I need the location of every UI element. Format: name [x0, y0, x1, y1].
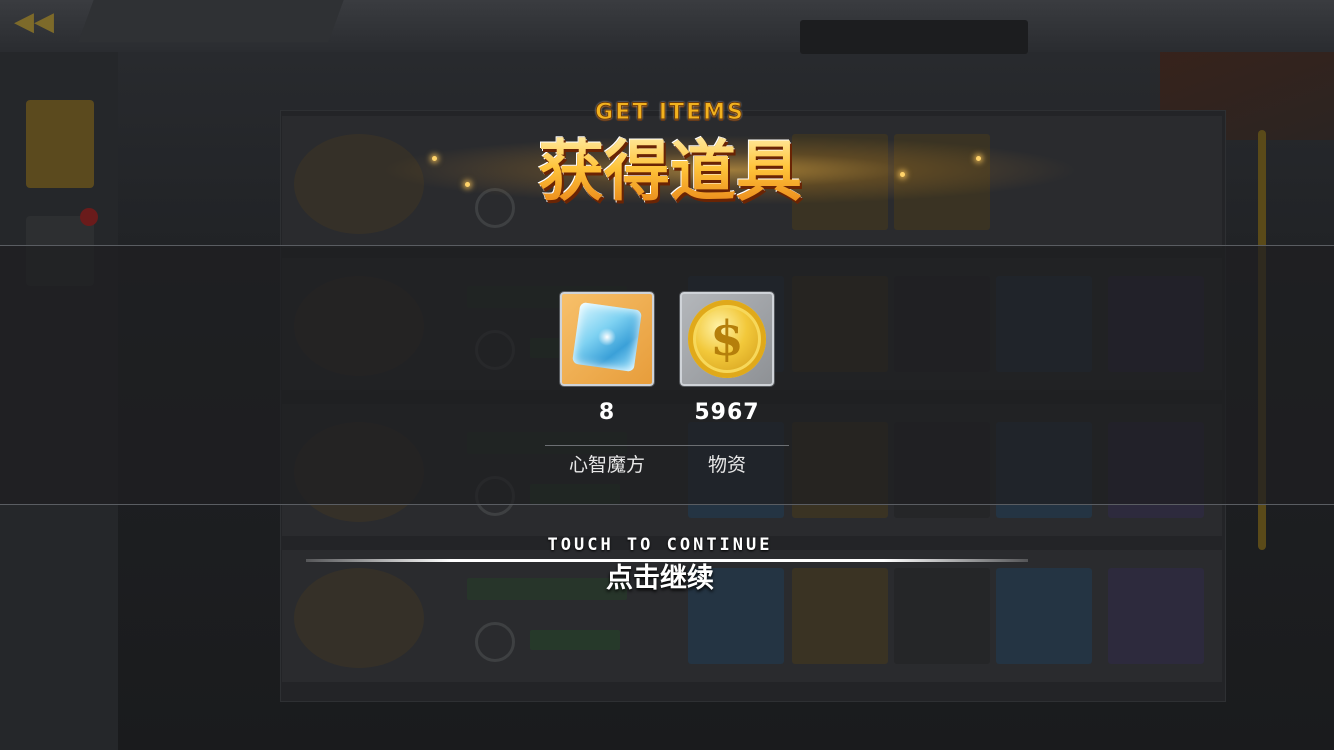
background-counter-box: [800, 20, 1028, 54]
background-reward-slot: [996, 568, 1092, 664]
back-arrow-icon: ◀◀: [14, 7, 54, 37]
title-main: 获得道具: [510, 130, 830, 214]
reward-item[interactable]: $ 5967: [680, 292, 774, 425]
mind-cube-icon: [571, 301, 643, 373]
coin-symbol: $: [710, 311, 744, 367]
item-frame[interactable]: [560, 292, 654, 386]
title-english: GET ITEMS: [595, 100, 745, 126]
sparkle-icon: [465, 182, 470, 187]
reward-item[interactable]: 8: [560, 292, 654, 425]
background-sidebar-button: [26, 100, 94, 188]
background-unit-portrait: [294, 568, 424, 668]
continue-prompt-english[interactable]: TOUCH TO CONTINUE: [460, 535, 860, 555]
background-top-bar: [0, 0, 1334, 52]
background-notification-badge: [80, 208, 98, 226]
sparkle-icon: [976, 156, 981, 161]
item-divider: [545, 445, 789, 446]
background-header-tab: [78, 0, 344, 42]
item-quantity: 5967: [694, 400, 760, 425]
background-row-timer: [530, 630, 620, 650]
background-reward-slot: [1108, 568, 1204, 664]
item-quantity: 8: [598, 400, 616, 425]
background-reward-slot: [894, 568, 990, 664]
supply-coin-icon: $: [688, 300, 766, 378]
sparkle-icon: [900, 172, 905, 177]
item-name: 物资: [707, 454, 746, 476]
item-name: 心智魔方: [568, 454, 645, 476]
clock-icon: [475, 622, 515, 662]
sparkle-icon: [432, 156, 437, 161]
continue-prompt[interactable]: 点击继续: [460, 556, 860, 595]
item-frame[interactable]: $: [680, 292, 774, 386]
